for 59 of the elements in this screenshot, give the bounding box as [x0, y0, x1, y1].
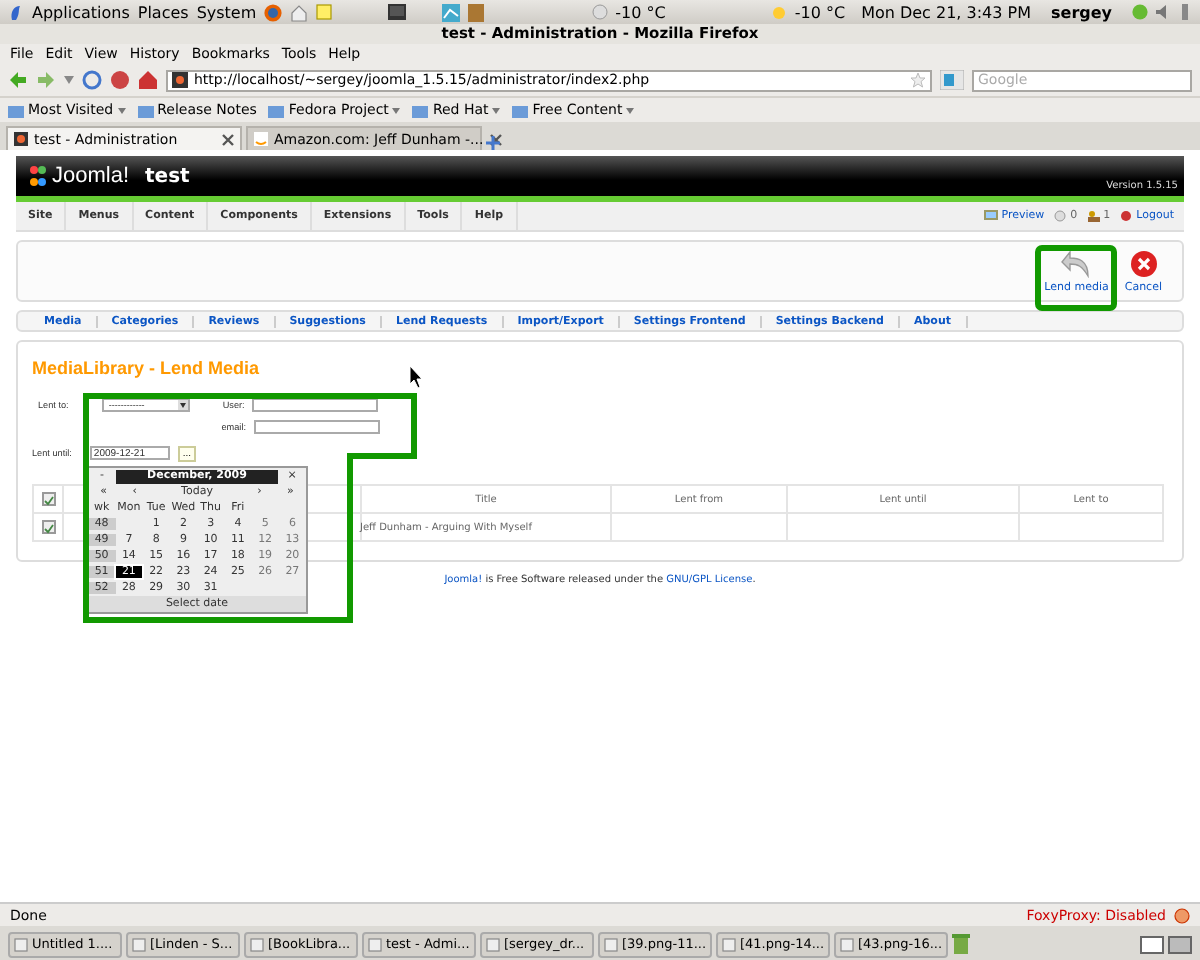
folder-icon	[412, 103, 429, 117]
window-icon	[250, 937, 264, 951]
folder-icon	[137, 103, 154, 117]
speaker-icon	[1156, 4, 1170, 20]
trash-icon	[952, 934, 970, 954]
curved-arrow-icon	[1060, 249, 1093, 277]
monitor-icon	[983, 210, 998, 222]
folder-icon	[512, 103, 529, 117]
close-icon	[222, 133, 234, 145]
folder-icon	[8, 103, 24, 117]
forward-arrow-icon	[36, 70, 56, 90]
site-name: test	[145, 165, 190, 187]
panel-menu[interactable]: Places	[137, 3, 189, 21]
page-title: MediaLibrary - Lend Media	[32, 358, 260, 378]
chart-icon	[442, 3, 461, 21]
dropdown-arrow-icon	[64, 76, 74, 84]
window-icon	[368, 937, 382, 951]
workspace-icon	[1168, 935, 1192, 953]
browser-icon	[264, 3, 283, 21]
window-icon	[486, 937, 500, 951]
plus-icon	[486, 136, 500, 150]
terminal-icon	[388, 4, 407, 20]
book-icon	[468, 3, 485, 21]
reload-icon	[82, 70, 102, 90]
logo-icon	[28, 164, 48, 188]
window-icon	[722, 937, 736, 951]
window-icon	[604, 937, 618, 951]
checkbox[interactable]	[41, 520, 55, 534]
window-icon	[14, 937, 28, 951]
weather-text: -10 °C	[794, 3, 846, 21]
window-icon	[132, 937, 146, 951]
user-menu[interactable]: sergey	[1051, 3, 1112, 21]
site-icon	[14, 132, 28, 146]
users-icon	[1087, 210, 1100, 222]
site-icon	[172, 72, 188, 88]
logo-text: Joomla!	[52, 164, 130, 188]
cancel-icon	[1129, 249, 1158, 277]
checkbox[interactable]	[41, 492, 55, 506]
stop-icon	[110, 70, 130, 90]
dropdown-arrow-icon	[178, 400, 189, 410]
sun-icon	[772, 5, 787, 19]
panel-menu[interactable]: System	[196, 3, 257, 21]
email-field[interactable]	[254, 420, 380, 434]
notepad-icon	[316, 4, 333, 20]
letter-icon	[254, 132, 268, 146]
window-icon	[840, 937, 854, 951]
folder-icon	[268, 103, 285, 117]
home-icon	[138, 70, 158, 90]
back-arrow-icon	[8, 70, 28, 90]
cursor-icon	[409, 365, 423, 389]
star-icon	[910, 72, 926, 88]
proxy-icon	[1174, 907, 1190, 923]
panel-menu[interactable]: Applications	[32, 3, 130, 21]
highlight-outline	[1035, 245, 1117, 311]
clock[interactable]: Mon Dec 21, 3:43 PM	[861, 3, 1031, 21]
workspace-icon	[1140, 935, 1164, 953]
search-engine-icon	[940, 70, 964, 90]
weather-text: -10 °C	[615, 3, 666, 21]
close-icon	[489, 133, 502, 145]
